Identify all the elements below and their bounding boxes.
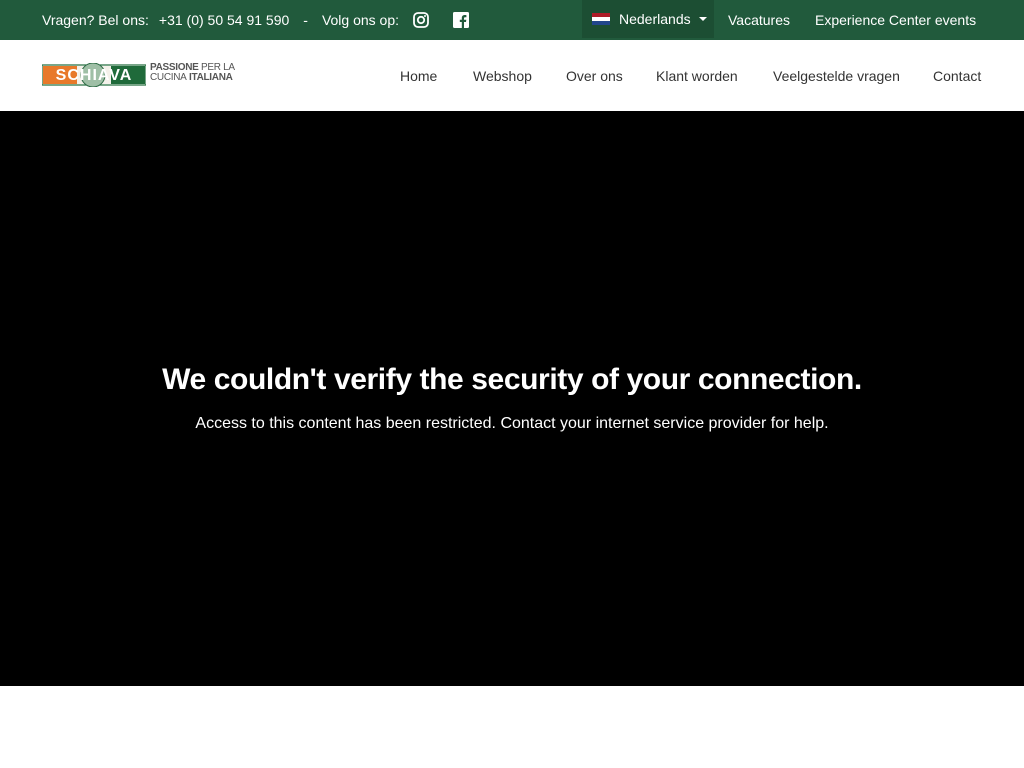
separator: - bbox=[303, 12, 308, 28]
vacatures-link[interactable]: Vacatures bbox=[728, 0, 790, 40]
nav-veelgestelde-vragen[interactable]: Veelgestelde vragen bbox=[773, 40, 900, 111]
nav-home[interactable]: Home bbox=[400, 40, 437, 111]
language-label: Nederlands bbox=[619, 11, 691, 27]
logo[interactable]: SCHIAVA PASSIONE PER LA CUCINA ITALIANA bbox=[42, 60, 235, 90]
follow-label: Volg ons op: bbox=[321, 12, 400, 28]
experience-center-link[interactable]: Experience Center events bbox=[815, 0, 976, 40]
nav-klant-worden[interactable]: Klant worden bbox=[656, 40, 738, 111]
error-title: We couldn't verify the security of your … bbox=[162, 363, 862, 396]
blocked-content-panel: We couldn't verify the security of your … bbox=[0, 111, 1024, 686]
language-selector[interactable]: Nederlands bbox=[582, 0, 714, 38]
contact-strip: Vragen? Bel ons: +31 (0) 50 54 91 590 - … bbox=[42, 0, 470, 40]
question-label: Vragen? Bel ons: bbox=[42, 12, 149, 28]
top-bar: Vragen? Bel ons: +31 (0) 50 54 91 590 - … bbox=[0, 0, 1024, 40]
schiava-logo-icon: SCHIAVA bbox=[42, 63, 146, 87]
nav-over-ons[interactable]: Over ons bbox=[566, 40, 623, 111]
instagram-icon[interactable] bbox=[412, 11, 430, 29]
logo-tagline: PASSIONE PER LA CUCINA ITALIANA bbox=[150, 63, 235, 83]
error-message: Access to this content has been restrict… bbox=[195, 415, 829, 432]
logo-brand: SCHIAVA bbox=[56, 67, 133, 84]
site-header: SCHIAVA PASSIONE PER LA CUCINA ITALIANA … bbox=[0, 40, 1024, 111]
tagline-cucina: CUCINA bbox=[150, 72, 187, 83]
facebook-icon[interactable] bbox=[452, 11, 470, 29]
nav-webshop[interactable]: Webshop bbox=[473, 40, 532, 111]
phone-link[interactable]: +31 (0) 50 54 91 590 bbox=[159, 12, 289, 28]
nav-contact[interactable]: Contact bbox=[933, 40, 981, 111]
netherlands-flag-icon bbox=[592, 13, 610, 25]
tagline-italiana: ITALIANA bbox=[189, 72, 233, 83]
chevron-down-icon bbox=[698, 17, 707, 21]
